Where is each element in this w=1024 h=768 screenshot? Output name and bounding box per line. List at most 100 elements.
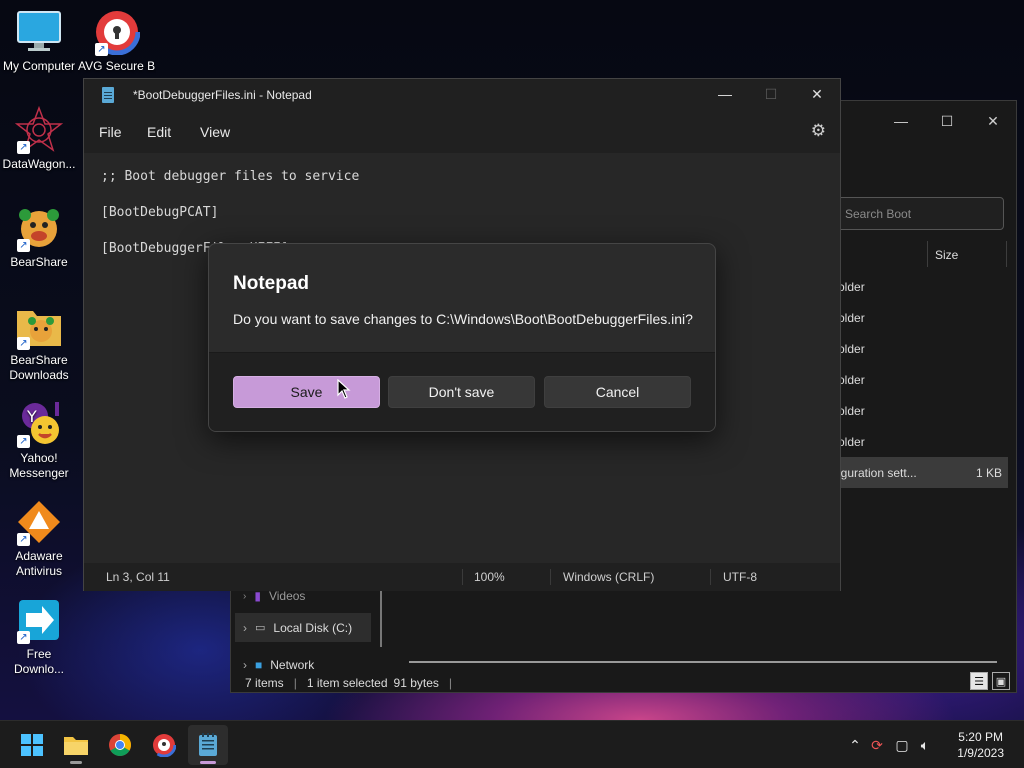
dont-save-button[interactable]: Don't save — [388, 376, 535, 408]
zoom-level: 100% — [474, 570, 505, 584]
running-indicator — [70, 761, 82, 764]
system-tray: ⌃ ⟳ ▢ 🔈︎ — [846, 721, 936, 768]
column-header-size[interactable]: Size — [927, 241, 1007, 267]
file-list: older older older older older older igur… — [836, 271, 1008, 488]
drive-icon: ▭ — [255, 622, 266, 634]
desktop-icon-label: Free Downlo... — [13, 647, 65, 676]
volume-icon[interactable]: 🔈︎ — [914, 737, 936, 754]
menu-view[interactable]: View — [200, 124, 230, 140]
details-view-icon[interactable]: ☰ — [970, 672, 988, 690]
monitor-icon — [15, 8, 63, 56]
save-button[interactable]: Save — [233, 376, 380, 408]
dialog-message: Do you want to save changes to C:\Window… — [233, 311, 693, 327]
desktop-icon-label: DataWagon... — [2, 157, 76, 171]
minimize-icon[interactable]: — — [878, 107, 924, 135]
notepad-app-icon — [102, 87, 114, 103]
close-icon[interactable]: ✕ — [970, 107, 1016, 135]
chrome-icon — [109, 734, 131, 756]
desktop-icon-avg-browser[interactable]: ↗ AVG Secure B... — [78, 8, 156, 74]
window-title: *BootDebuggerFiles.ini - Notepad — [133, 88, 312, 102]
menu-edit[interactable]: Edit — [147, 124, 171, 140]
desktop-icon-label: My Computer — [2, 59, 76, 73]
desktop-icon-free-download[interactable]: ↗ Free Downlo... — [0, 596, 78, 677]
network-icon[interactable]: ▢ — [890, 737, 914, 754]
explorer-status-bar: 7 items | 1 item selected 91 bytes | — [245, 676, 453, 690]
clock[interactable]: 5:20 PM 1/9/2023 — [957, 729, 1004, 761]
chevron-right-icon: › — [243, 658, 247, 672]
start-button[interactable] — [12, 725, 52, 765]
file-type: older — [838, 310, 865, 325]
title-bar: *BootDebuggerFiles.ini - Notepad — ☐ ✕ — [84, 79, 840, 111]
maximize-icon[interactable]: ☐ — [924, 107, 970, 135]
desktop-icon-my-computer[interactable]: My Computer — [0, 8, 78, 74]
list-item-selected[interactable]: iguration sett... 1 KB — [836, 457, 1008, 488]
file-type: older — [838, 341, 865, 356]
horizontal-scrollbar[interactable] — [409, 661, 997, 663]
list-item[interactable]: older — [836, 271, 1008, 302]
mouse-pointer-icon — [337, 378, 351, 399]
desktop-icon-adaware[interactable]: ↗ Adaware Antivirus — [0, 498, 78, 579]
download-arrow-icon: ↗ — [15, 596, 63, 644]
taskbar-notepad[interactable] — [188, 725, 228, 765]
encoding: UTF-8 — [723, 570, 757, 584]
status-divider — [710, 569, 711, 585]
yahoo-messenger-icon: Y ↗ — [15, 400, 63, 448]
cancel-button[interactable]: Cancel — [544, 376, 691, 408]
windows-logo-icon — [21, 734, 43, 756]
list-item[interactable]: older — [836, 302, 1008, 333]
minimize-icon[interactable]: — — [702, 79, 748, 109]
cursor-position: Ln 3, Col 11 — [106, 570, 170, 584]
chevron-right-icon: › — [243, 590, 247, 602]
desktop-icon-bearshare[interactable]: ↗ BearShare — [0, 204, 78, 270]
dialog-title: Notepad — [233, 273, 309, 294]
nav-item-local-disk[interactable]: › ▭ Local Disk (C:) — [235, 613, 371, 642]
editor-line: [BootDebugPCAT] — [101, 205, 219, 220]
notepad-icon — [199, 733, 217, 756]
tiles-view-icon[interactable]: ▣ — [992, 672, 1010, 690]
dialog-footer: Save Don't save Cancel — [209, 352, 715, 431]
file-type: older — [838, 372, 865, 387]
taskbar-file-explorer[interactable] — [56, 725, 96, 765]
close-icon[interactable]: ✕ — [794, 79, 840, 109]
status-divider — [550, 569, 551, 585]
nav-item-videos[interactable]: › ▮ Videos — [243, 589, 305, 603]
list-item[interactable]: older — [836, 395, 1008, 426]
menu-bar: File Edit View ⚙ — [84, 111, 840, 153]
chevron-right-icon: › — [243, 620, 247, 635]
gear-icon[interactable]: ⚙ — [811, 121, 826, 141]
view-toggle: ☰ ▣ — [970, 672, 1010, 690]
save-changes-dialog: Notepad Do you want to save changes to C… — [208, 243, 716, 432]
search-input[interactable]: Search Boot — [832, 197, 1004, 230]
nav-label: Network — [270, 658, 315, 672]
line-endings: Windows (CRLF) — [563, 570, 655, 584]
folder-icon — [64, 737, 88, 755]
list-item[interactable]: older — [836, 364, 1008, 395]
file-type: older — [838, 434, 865, 449]
nav-item-network[interactable]: › ■ Network — [243, 658, 314, 672]
chevron-up-icon[interactable]: ⌃ — [846, 737, 864, 754]
status-size: 91 bytes — [393, 676, 439, 690]
list-item[interactable]: older — [836, 333, 1008, 364]
taskbar-avg-browser[interactable] — [144, 725, 184, 765]
network-icon: ■ — [255, 658, 263, 672]
status-selected: 1 item selected — [306, 676, 388, 690]
folder-icon: ↗ — [15, 302, 63, 350]
notepad-status-bar: Ln 3, Col 11 100% Windows (CRLF) UTF-8 — [84, 563, 840, 591]
desktop-icon-label: BearShare — [10, 255, 68, 269]
desktop-icon-bearshare-downloads[interactable]: ↗ BearShare Downloads — [0, 302, 78, 383]
desktop-icon-datawagon[interactable]: ↗ DataWagon... — [0, 106, 78, 172]
desktop-icon-label: Yahoo! Messenger — [9, 451, 69, 480]
file-type: older — [838, 403, 865, 418]
maximize-icon[interactable]: ☐ — [748, 79, 794, 109]
list-item[interactable]: older — [836, 426, 1008, 457]
video-folder-icon: ▮ — [254, 589, 261, 603]
desktop-icon-yahoo-messenger[interactable]: Y ↗ Yahoo! Messenger — [0, 400, 78, 481]
menu-file[interactable]: File — [99, 124, 122, 140]
security-alert-icon[interactable]: ⟳ — [864, 737, 890, 754]
avg-browser-icon — [152, 733, 176, 757]
nav-label: Local Disk (C:) — [273, 620, 353, 635]
avg-browser-icon: ↗ — [93, 8, 141, 56]
taskbar-chrome[interactable] — [100, 725, 140, 765]
desktop-icon-label: AVG Secure B... — [78, 59, 156, 73]
desktop-icon-label: BearShare Downloads — [9, 353, 69, 382]
